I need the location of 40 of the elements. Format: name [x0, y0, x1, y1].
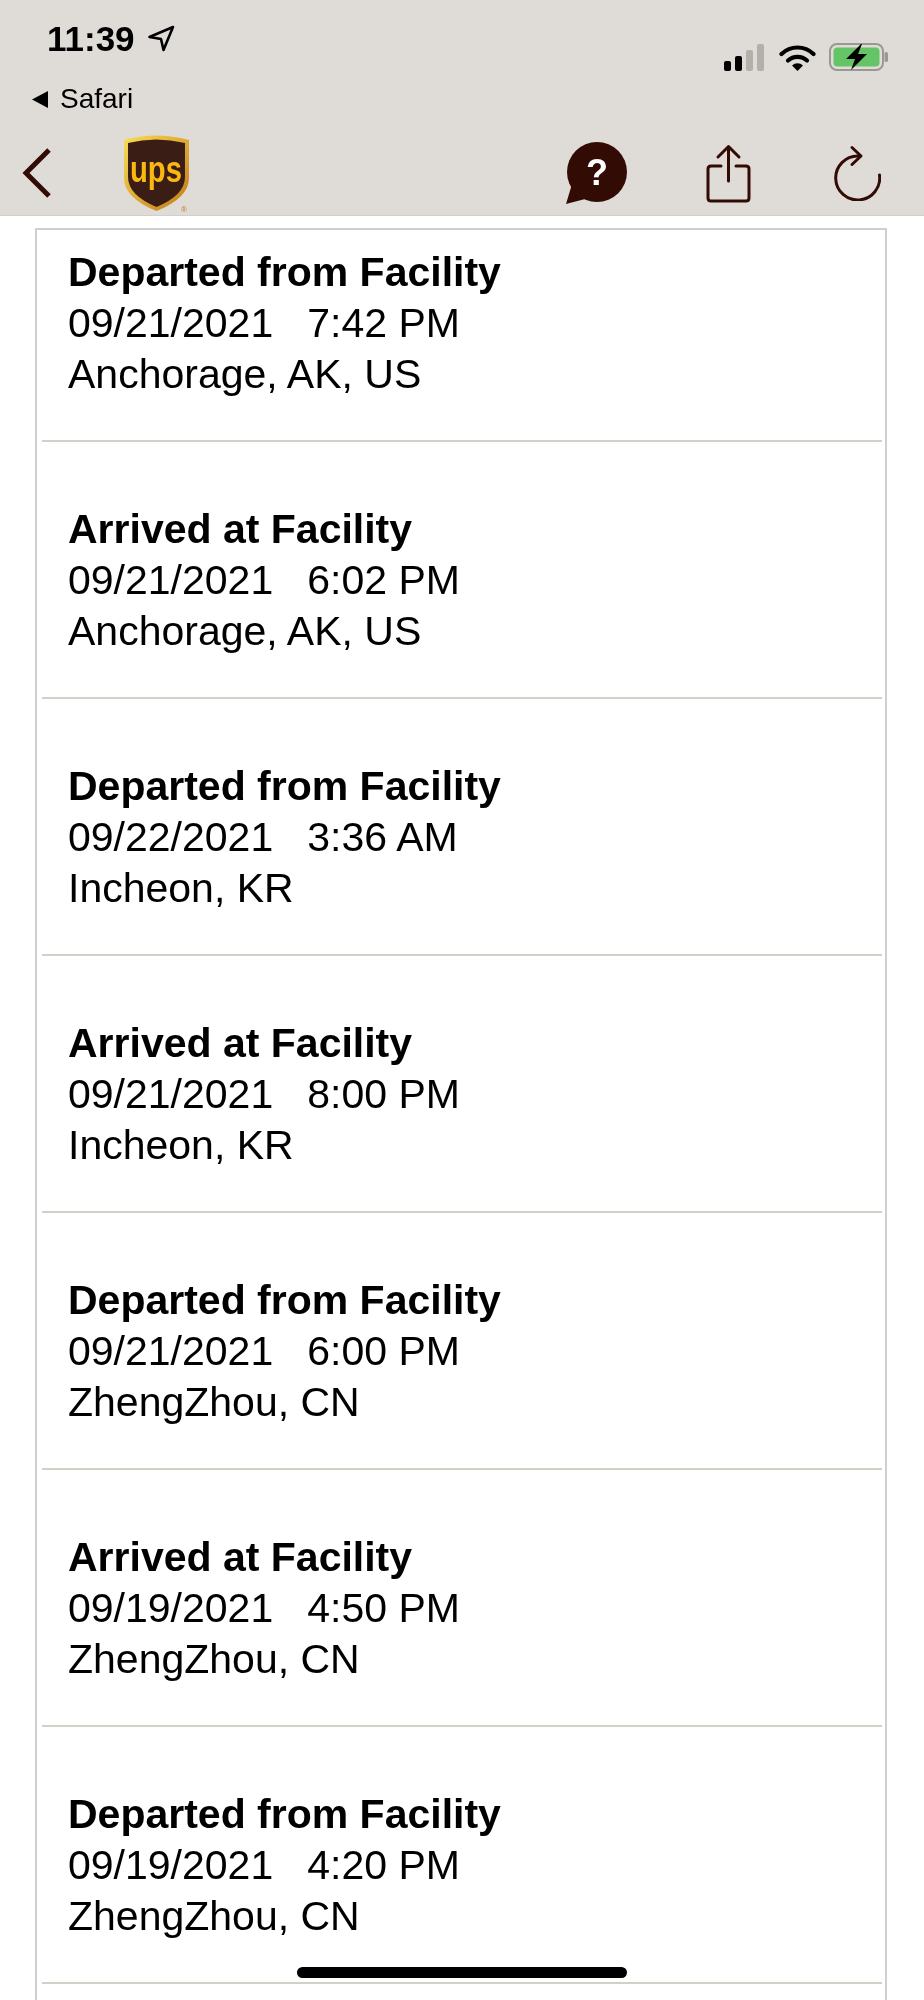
signal-icon [724, 43, 766, 71]
back-to-app-link[interactable]: Safari [32, 85, 134, 113]
event-date: 09/19/2021 [68, 1841, 274, 1890]
event-time: 3:36 AM [307, 813, 458, 862]
event-status: Departed from Facility [68, 762, 502, 811]
event-time: 6:00 PM [307, 1327, 460, 1376]
event-location: Anchorage, AK, US [68, 607, 423, 656]
status-time: 11:39 [47, 21, 135, 56]
event-time: 6:02 PM [307, 556, 460, 605]
share-icon[interactable] [705, 143, 752, 203]
refresh-icon[interactable] [834, 145, 881, 201]
event-time: 8:00 PM [307, 1070, 460, 1119]
event-date: 09/21/2021 [68, 1070, 274, 1119]
event-date: 09/21/2021 [68, 299, 274, 348]
event-status: Arrived at Facility [68, 505, 414, 554]
caret-left-icon [32, 90, 48, 108]
event-status: Departed from Facility [68, 248, 502, 297]
battery-charging-icon [829, 43, 889, 71]
chevron-left-icon[interactable] [22, 147, 53, 199]
event-location: Incheon, KR [68, 1121, 295, 1170]
location-arrow-icon [146, 25, 175, 52]
event-location: ZhengZhou, CN [68, 1892, 361, 1941]
event-date: 09/19/2021 [68, 1584, 274, 1633]
event-location: ZhengZhou, CN [68, 1635, 361, 1684]
event-time: 4:20 PM [307, 1841, 460, 1890]
event-location: ZhengZhou, CN [68, 1378, 361, 1427]
event-date: 09/22/2021 [68, 813, 274, 862]
wifi-icon [779, 43, 816, 71]
event-location: Incheon, KR [68, 864, 295, 913]
event-status: Departed from Facility [68, 1790, 502, 1839]
brand-logo: ups ® [123, 133, 190, 213]
event-status: Arrived at Facility [68, 1533, 414, 1582]
help-icon[interactable]: ? [565, 142, 627, 204]
event-time: 4:50 PM [307, 1584, 460, 1633]
event-status: Departed from Facility [68, 1276, 502, 1325]
event-time: 7:42 PM [307, 299, 460, 348]
event-date: 09/21/2021 [68, 556, 274, 605]
event-status: Arrived at Facility [68, 1019, 414, 1068]
event-date: 09/21/2021 [68, 1327, 274, 1376]
event-location: Anchorage, AK, US [68, 350, 423, 399]
